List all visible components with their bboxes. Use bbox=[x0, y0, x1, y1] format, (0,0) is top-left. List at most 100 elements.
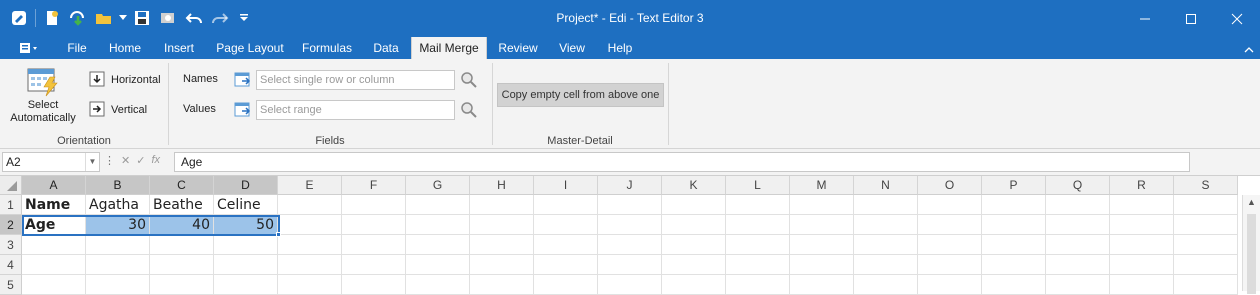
column-header-h[interactable]: H bbox=[470, 176, 534, 195]
cell-a1[interactable]: Name bbox=[22, 195, 86, 215]
cell-p5[interactable] bbox=[982, 275, 1046, 295]
tab-mail-merge[interactable]: Mail Merge bbox=[411, 37, 487, 59]
function-icon[interactable]: fx bbox=[151, 154, 160, 167]
cell-p3[interactable] bbox=[982, 235, 1046, 255]
column-header-i[interactable]: I bbox=[534, 176, 598, 195]
cell-k5[interactable] bbox=[662, 275, 726, 295]
cell-k2[interactable] bbox=[662, 215, 726, 235]
cell-q3[interactable] bbox=[1046, 235, 1110, 255]
names-search-icon[interactable] bbox=[460, 71, 478, 89]
cell-r4[interactable] bbox=[1110, 255, 1174, 275]
maximize-icon[interactable] bbox=[1168, 0, 1214, 37]
cell-f1[interactable] bbox=[342, 195, 406, 215]
cell-r5[interactable] bbox=[1110, 275, 1174, 295]
tab-insert[interactable]: Insert bbox=[156, 37, 202, 59]
cell-g2[interactable] bbox=[406, 215, 470, 235]
column-header-p[interactable]: P bbox=[982, 176, 1046, 195]
cell-h2[interactable] bbox=[470, 215, 534, 235]
minimize-icon[interactable] bbox=[1122, 0, 1168, 37]
cell-s5[interactable] bbox=[1174, 275, 1238, 295]
cell-o1[interactable] bbox=[918, 195, 982, 215]
cell-d5[interactable] bbox=[214, 275, 278, 295]
tab-review[interactable]: Review bbox=[493, 37, 543, 59]
cell-c3[interactable] bbox=[150, 235, 214, 255]
cell-s2[interactable] bbox=[1174, 215, 1238, 235]
cell-e5[interactable] bbox=[278, 275, 342, 295]
tab-formulas[interactable]: Formulas bbox=[297, 37, 357, 59]
cell-q4[interactable] bbox=[1046, 255, 1110, 275]
cell-n2[interactable] bbox=[854, 215, 918, 235]
vertical-scrollbar[interactable]: ▲ bbox=[1242, 195, 1260, 294]
cell-o3[interactable] bbox=[918, 235, 982, 255]
cell-o2[interactable] bbox=[918, 215, 982, 235]
drag-handle-icon[interactable]: ⋮ bbox=[104, 154, 115, 167]
cell-i2[interactable] bbox=[534, 215, 598, 235]
values-range-icon[interactable] bbox=[234, 101, 252, 119]
cell-a4[interactable] bbox=[22, 255, 86, 275]
select-automatically-button[interactable]: Select Automatically bbox=[8, 63, 78, 129]
cell-b3[interactable] bbox=[86, 235, 150, 255]
values-search-icon[interactable] bbox=[460, 101, 478, 119]
cell-l3[interactable] bbox=[726, 235, 790, 255]
cell-g3[interactable] bbox=[406, 235, 470, 255]
cell-h1[interactable] bbox=[470, 195, 534, 215]
column-header-g[interactable]: G bbox=[406, 176, 470, 195]
cell-f2[interactable] bbox=[342, 215, 406, 235]
cell-j5[interactable] bbox=[598, 275, 662, 295]
scroll-thumb[interactable] bbox=[1247, 214, 1256, 294]
cell-n1[interactable] bbox=[854, 195, 918, 215]
formula-input[interactable]: Age bbox=[174, 152, 1190, 172]
cell-s3[interactable] bbox=[1174, 235, 1238, 255]
horizontal-button[interactable]: Horizontal bbox=[89, 69, 161, 91]
row-header-2[interactable]: 2 bbox=[0, 215, 22, 235]
cell-q2[interactable] bbox=[1046, 215, 1110, 235]
cell-q1[interactable] bbox=[1046, 195, 1110, 215]
fill-handle[interactable] bbox=[276, 232, 281, 237]
cell-e4[interactable] bbox=[278, 255, 342, 275]
tab-help[interactable]: Help bbox=[600, 37, 640, 59]
cell-e3[interactable] bbox=[278, 235, 342, 255]
vertical-button[interactable]: Vertical bbox=[89, 99, 147, 121]
row-header-1[interactable]: 1 bbox=[0, 195, 22, 215]
cell-s1[interactable] bbox=[1174, 195, 1238, 215]
column-header-l[interactable]: L bbox=[726, 176, 790, 195]
cell-o4[interactable] bbox=[918, 255, 982, 275]
cell-s4[interactable] bbox=[1174, 255, 1238, 275]
cell-a3[interactable] bbox=[22, 235, 86, 255]
column-header-o[interactable]: O bbox=[918, 176, 982, 195]
cell-l4[interactable] bbox=[726, 255, 790, 275]
cell-r1[interactable] bbox=[1110, 195, 1174, 215]
cell-h3[interactable] bbox=[470, 235, 534, 255]
cancel-icon[interactable]: ✕ bbox=[121, 154, 130, 167]
values-input[interactable]: Select range bbox=[256, 100, 455, 120]
column-header-d[interactable]: D bbox=[214, 176, 278, 195]
cell-e2[interactable] bbox=[278, 215, 342, 235]
cell-d3[interactable] bbox=[214, 235, 278, 255]
cell-i4[interactable] bbox=[534, 255, 598, 275]
cell-d2[interactable]: 50 bbox=[214, 215, 278, 235]
column-header-e[interactable]: E bbox=[278, 176, 342, 195]
cell-i5[interactable] bbox=[534, 275, 598, 295]
cell-a2[interactable]: Age bbox=[22, 215, 86, 235]
close-icon[interactable] bbox=[1214, 0, 1260, 37]
row-header-3[interactable]: 3 bbox=[0, 235, 22, 255]
copy-empty-cell-button[interactable]: Copy empty cell from above one bbox=[497, 83, 664, 107]
cell-c5[interactable] bbox=[150, 275, 214, 295]
cell-f5[interactable] bbox=[342, 275, 406, 295]
column-header-j[interactable]: J bbox=[598, 176, 662, 195]
cell-g4[interactable] bbox=[406, 255, 470, 275]
cell-j1[interactable] bbox=[598, 195, 662, 215]
cell-m4[interactable] bbox=[790, 255, 854, 275]
cell-m2[interactable] bbox=[790, 215, 854, 235]
cell-p2[interactable] bbox=[982, 215, 1046, 235]
names-input[interactable]: Select single row or column bbox=[256, 70, 455, 90]
cell-o5[interactable] bbox=[918, 275, 982, 295]
cell-n5[interactable] bbox=[854, 275, 918, 295]
cell-l1[interactable] bbox=[726, 195, 790, 215]
collapse-ribbon-icon[interactable] bbox=[1244, 43, 1254, 57]
tab-page-layout[interactable]: Page Layout bbox=[212, 37, 288, 59]
cell-m3[interactable] bbox=[790, 235, 854, 255]
cell-j4[interactable] bbox=[598, 255, 662, 275]
cell-d4[interactable] bbox=[214, 255, 278, 275]
cell-g5[interactable] bbox=[406, 275, 470, 295]
